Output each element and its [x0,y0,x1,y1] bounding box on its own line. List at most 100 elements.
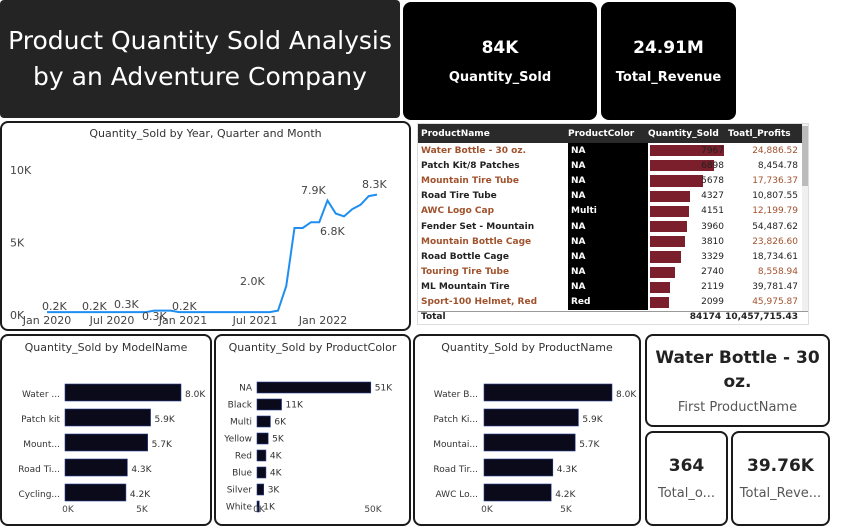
cell-quantity: 4151 [648,204,728,219]
cell-profit: 12,199.79 [752,206,798,217]
table-row[interactable]: Patch Kit/8 Patches NA 6898 8,454.78 [418,158,808,174]
category-label: Water B... [434,390,478,400]
cell-profit: 17,736.37 [752,175,798,186]
data-label: 0.2K [172,300,197,313]
line-chart-panel[interactable]: Quantity_Sold by Year, Quarter and Month… [0,121,411,331]
col-product-color[interactable]: ProductColor [568,124,648,143]
cell-profit: 10,807.55 [752,191,798,202]
cell-quantity: 3329 [648,249,728,264]
cell-product-color: NA [568,188,648,204]
col-total-profits[interactable]: Toatl_Profits [728,124,808,143]
x-tick-label: Jan 2020 [22,314,71,326]
bar[interactable] [483,408,579,427]
kpi-quantity-sold[interactable]: 84K Quantity_Sold [403,2,597,120]
bar[interactable] [256,466,267,479]
bar[interactable] [64,458,128,477]
color-bar-chart[interactable]: NA 51K Black 11K Multi 6K Yellow 5K Red 4K Blue 4K S… [216,354,409,522]
data-label: 6.8K [320,225,345,238]
table-row[interactable]: Water Bottle - 30 oz. NA 7967 24,886.52 [418,143,808,159]
cell-profit: 23,826.60 [752,236,798,247]
table-row[interactable]: ML Mountain Tire NA 2119 39,781.47 [418,279,808,295]
category-label: AWC Lo... [436,490,479,500]
table-scrollbar[interactable] [802,124,808,311]
table-row[interactable]: Mountain Tire Tube NA 5678 17,736.37 [418,173,808,189]
bar[interactable] [256,415,271,428]
cell-product-color: NA [568,234,648,250]
category-label: Silver [227,485,253,495]
productname-chart-panel[interactable]: Quantity_Sold by ProductName Water B... 8… [413,334,641,526]
line-chart[interactable]: 0K5K10KJan 2020 Jul 2020 Jan 2021 Jul 2021 J… [2,140,409,327]
total-label: Total [421,312,446,322]
bar-value-label: 5.7K [579,440,600,450]
cell-quantity-text: 3960 [701,221,724,232]
model-bar-chart[interactable]: Water ... 8.0K Patch kit 5.9K Mount... 5.7K Ro… [2,354,210,522]
data-label: 0.3K [114,298,139,311]
category-label: Mountai... [433,440,478,450]
table-row[interactable]: Touring Tire Tube NA 2740 8,558.94 [418,264,808,280]
cell-quantity: 4327 [648,189,728,204]
series-line[interactable] [47,193,378,314]
data-label: 0.2K [42,300,67,313]
cell-quantity-text: 5678 [701,175,724,186]
cell-quantity-text: 3810 [701,236,724,247]
bar[interactable] [483,458,554,477]
bar[interactable] [256,449,267,462]
color-chart-title: Quantity_Sold by ProductColor [228,341,397,354]
x-tick-label: 50K [364,505,382,515]
bar[interactable] [483,483,552,502]
bar[interactable] [256,398,282,411]
bar[interactable] [256,483,264,496]
cell-profit: 24,886.52 [752,145,798,156]
bar-value-label: 11K [286,400,304,410]
category-label: Road Ti... [18,465,60,475]
product-table-panel[interactable]: ProductName ProductColor Quantity_Sold T… [417,123,809,325]
bar[interactable] [483,433,576,452]
table-row[interactable]: AWC Logo Cap Multi 4151 12,199.79 [418,203,808,219]
cell-quantity-text: 4327 [701,191,724,202]
bar[interactable] [64,383,182,402]
cell-quantity: 6898 [648,158,728,173]
cell-profit: 8,454.78 [757,160,798,171]
table-row[interactable]: Fender Set - Mountain NA 3960 54,487.62 [418,218,808,235]
y-tick-label: 5K [10,237,25,250]
cell-product-color: NA [568,173,648,189]
x-tick-label: 0K [481,505,494,515]
table-row[interactable]: Road Tire Tube NA 4327 10,807.55 [418,188,808,204]
color-chart-panel[interactable]: Quantity_Sold by ProductColor NA 51K Black… [214,334,411,526]
category-label: Yellow [223,434,252,444]
table-row[interactable]: Mountain Bottle Cage NA 3810 23,826.60 [418,234,808,250]
cell-quantity: 2740 [648,265,728,280]
bar[interactable] [64,433,148,452]
table-row[interactable]: Sport-100 Helmet, Red Red 2099 45,975.87 [418,294,808,311]
cell-product-color: NA [568,218,648,235]
total-o-card[interactable]: 364 Total_o... [645,431,728,526]
table-scrollbar-thumb[interactable] [802,126,808,186]
category-label: Black [228,400,253,410]
cell-quantity: 2099 [648,295,728,310]
table-row[interactable]: Road Bottle Cage NA 3329 18,734.61 [418,249,808,265]
col-quantity-sold[interactable]: Quantity_Sold [648,124,728,143]
total-reve-card[interactable]: 39.76K Total_Reve... [731,431,830,526]
total-o-label: Total_o... [658,486,715,501]
cell-profit: 18,734.61 [752,251,798,262]
cell-quantity: 3810 [648,234,728,249]
dashboard-title: Product Quantity Sold Analysis by an Adv… [0,0,400,118]
bar[interactable] [256,381,372,394]
category-label: Blue [232,468,252,478]
bar[interactable] [483,383,613,402]
bar[interactable] [64,408,151,427]
data-label: 2.0K [240,275,265,288]
product-table: ProductName ProductColor Quantity_Sold T… [418,124,808,311]
first-product-card[interactable]: Water Bottle - 30 oz. First ProductName [645,334,830,427]
kpi-total-revenue[interactable]: 24.91M Total_Revenue [601,2,736,120]
title-line-1: Product Quantity Sold Analysis [8,26,392,55]
bar-value-label: 3K [268,485,281,495]
model-chart-title: Quantity_Sold by ModelName [24,341,188,354]
bar[interactable] [256,432,269,445]
bar[interactable] [64,483,127,502]
productname-bar-chart[interactable]: Water B... 8.0K Patch Ki... 5.9K Mountai... 5… [415,354,639,522]
data-label: 8.3K [362,178,387,191]
model-chart-panel[interactable]: Quantity_Sold by ModelName Water ... 8.0K… [0,334,212,526]
col-product-name[interactable]: ProductName [418,124,568,143]
cell-product-name: ML Mountain Tire [421,282,510,293]
